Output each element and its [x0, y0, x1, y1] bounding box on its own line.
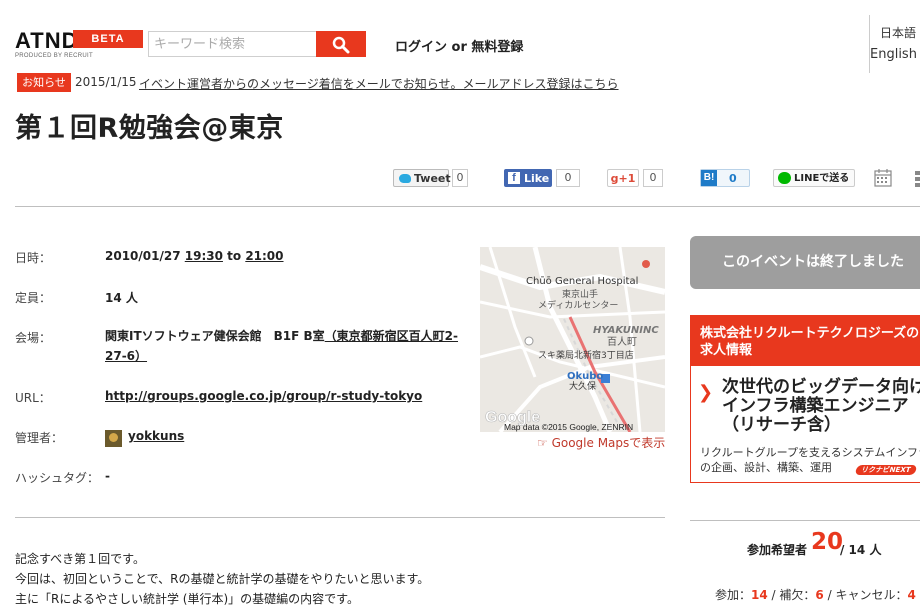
like-count: 0 [556, 169, 580, 187]
hashtag-value: - [105, 469, 110, 483]
map-label-hospital: Chūō General Hospital [526, 276, 638, 287]
attendee-count: 20 [811, 529, 844, 555]
notice-link[interactable]: イベント運営者からのメッセージ着信をメールでお知らせ。メールアドレス登録はこちら [139, 75, 619, 92]
event-title: 第１回R勉強会@東京 [15, 113, 284, 144]
map-attribution: Map data ©2015 Google, ZENRIN [504, 422, 633, 432]
rikunabi-next-logo: リクナビNEXT [854, 465, 918, 475]
twitter-bird-icon [399, 174, 411, 183]
capacity-value: 14 人 [105, 291, 138, 305]
time-end-link[interactable]: 21:00 [245, 249, 283, 263]
language-japanese-link[interactable]: 日本語 [880, 24, 916, 41]
facebook-icon: f [508, 172, 520, 184]
event-ended-notice: このイベントは終了しました [690, 236, 920, 289]
like-label: Like [524, 172, 550, 185]
header-divider [15, 206, 920, 207]
map-label-hospital-ja1: 東京山手 [562, 288, 598, 300]
beta-badge: BETA [73, 30, 143, 48]
organizer-label: 管理者： [15, 431, 64, 445]
date-label: 日時： [15, 251, 52, 265]
attendee-capacity: / 14 人 [840, 543, 882, 557]
date-value: 2010/01/27 19:30 to 21:00 [105, 249, 284, 263]
url-label: URL： [15, 391, 51, 405]
ad-header: 株式会社リクルートテクノロジーズの 求人情報 [691, 316, 920, 366]
venue-value: 関東ITソフトウェア健保会館 B1F B室（東京都新宿区百人町2-27-6） [105, 326, 470, 366]
map-label-pharmacy: スキ薬局北新宿3丁目店 [538, 349, 634, 361]
google-plus-count: 0 [643, 169, 663, 187]
map-label-station-ja: 大久保 [569, 380, 596, 392]
venue-label: 会場： [15, 331, 52, 345]
map-label-station: Okubo [567, 371, 603, 382]
hatena-bookmark-button[interactable]: B! 0 [700, 169, 750, 187]
attendee-label: 参加希望者 [747, 543, 808, 557]
notice-date: 2015/1/15 [75, 75, 137, 89]
capacity-label: 定員： [15, 291, 52, 305]
google-maps-link[interactable]: ☞ Google Mapsで表示 [537, 434, 665, 451]
venue-name: 関東ITソフトウェア健保会館 B1F B室 [105, 329, 325, 343]
notice-badge: お知らせ [17, 73, 71, 92]
search-button[interactable] [316, 31, 366, 57]
logo-wordmark: ATND [15, 28, 79, 53]
line-share-button[interactable]: LINEで送る [773, 169, 855, 187]
login-register-link[interactable]: ログイン or 無料登録 [395, 36, 523, 55]
search-icon [332, 36, 350, 54]
map-graphic: Chūō General Hospital 東京山手 メディカルセンター HYA… [480, 247, 665, 432]
sidebar-divider [690, 520, 920, 521]
map-label-area-ja: 百人町 [607, 336, 637, 348]
ad-job-info: 求人情報 [700, 343, 753, 358]
date-day: 2010/01/27 [105, 249, 181, 263]
attendance-stats: 参加：14 / 補欠：6 / キャンセル：4 [715, 586, 916, 603]
organizer-avatar[interactable] [105, 430, 122, 447]
facebook-like-button[interactable]: f Like [504, 169, 552, 187]
details-divider [15, 517, 665, 518]
language-english-link[interactable]: English [870, 47, 917, 62]
calendar-icon[interactable] [874, 169, 892, 187]
tweet-label: Tweet [414, 172, 451, 185]
ad-headline-line: 次世代のビッグデータ向け [722, 377, 920, 397]
description-line: 今回は、初回ということで、Rの基礎と統計学の基礎をやりたいと思います。 [15, 572, 430, 586]
tweet-count: 0 [452, 169, 468, 187]
google-plus-button[interactable]: g+1 [607, 169, 639, 187]
search-input[interactable] [148, 31, 317, 57]
tweet-button[interactable]: Tweet [393, 169, 451, 187]
line-icon [778, 172, 791, 184]
ad-description-line: リクルートグループを支えるシステムインフラ [700, 446, 920, 459]
venue-map[interactable]: Chūō General Hospital 東京山手 メディカルセンター HYA… [480, 247, 665, 432]
organizer-name-link[interactable]: yokkuns [128, 429, 184, 443]
ad-headline: 次世代のビッグデータ向け インフラ構築エンジニア （リサーチ含） [722, 378, 920, 435]
map-label-area: HYAKUNINC [593, 325, 659, 336]
group-url-link[interactable]: http://groups.google.co.jp/group/r-study… [105, 389, 422, 403]
description-line: 主に「Rによるやさしい統計学 (単行本)」の基礎編の内容です。 [15, 592, 359, 606]
ad-headline-line: （リサーチ含） [722, 415, 841, 435]
hatena-count: 0 [729, 172, 737, 185]
map-label-hospital-ja2: メディカルセンター [538, 299, 618, 311]
line-label: LINEで送る [794, 173, 850, 184]
time-separator: to [227, 249, 242, 263]
ad-headline-line: インフラ構築エンジニア [722, 396, 909, 416]
chevron-right-icon: ❯ [698, 382, 714, 403]
job-ad-banner[interactable]: 株式会社リクルートテクノロジーズの 求人情報 ❯ 次世代のビッグデータ向け イン… [690, 315, 920, 483]
more-menu-icon[interactable] [914, 170, 920, 188]
hashtag-label: ハッシュタグ： [15, 471, 100, 485]
time-start-link[interactable]: 19:30 [185, 249, 223, 263]
hatena-bookmark-icon: B! [701, 170, 717, 186]
ad-company: 株式会社リクルートテクノロジーズの [700, 326, 920, 341]
description-line: 記念すべき第１回です。 [15, 552, 145, 566]
language-divider [869, 15, 870, 73]
logo-tagline: PRODUCED BY RECRUIT [15, 53, 93, 59]
